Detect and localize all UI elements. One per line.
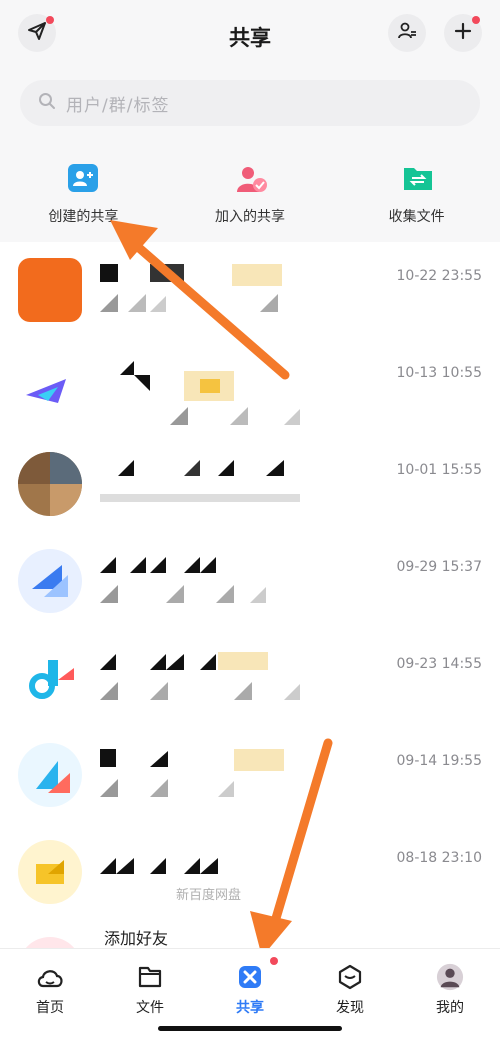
share-time: 09-14 19:55 [396,753,482,769]
share-time: 10-22 23:55 [396,268,482,284]
joined-share-icon [235,164,267,192]
home-cloud-icon [36,963,64,991]
share-subtitle: 新百度网盘 [176,888,242,903]
tab-home[interactable]: 首页 [0,949,100,1039]
share-row[interactable]: 09-29 15:37 [0,533,500,630]
quick-action-label: 加入的共享 [215,209,285,225]
top-bar: 共享 [0,0,500,70]
quick-action-label: 创建的共享 [48,209,119,225]
redacted-name [100,555,290,577]
home-indicator [158,1026,342,1031]
tab-label: 发现 [336,1000,364,1016]
group-avatar [18,452,82,516]
redacted-subtitle [100,585,300,603]
group-avatar [18,355,82,419]
share-row[interactable]: 新百度网盘 08-18 23:10 [0,824,500,921]
redacted-name [100,458,290,480]
notification-dot [270,957,278,965]
share-row[interactable]: 10-22 23:55 [0,242,500,339]
search-input[interactable]: 用户/群/标签 [20,80,480,126]
redacted-subtitle [100,488,300,506]
search-icon [38,92,56,114]
share-time: 10-13 10:55 [396,365,482,381]
person-list-icon [397,21,417,45]
group-avatar [18,549,82,613]
redacted-name [100,652,290,674]
share-icon [236,963,264,991]
create-share-icon [68,164,99,192]
quick-actions: 创建的共享 加入的共享 收集文件 [0,142,500,242]
redacted-name [100,749,290,771]
tab-label: 首页 [36,1000,64,1016]
share-title: 添加好友 [104,929,169,948]
redacted-name [100,361,290,401]
group-avatar [18,646,82,710]
search-placeholder: 用户/群/标签 [66,95,170,116]
tab-label: 文件 [136,1000,164,1016]
share-time: 09-29 15:37 [396,559,482,575]
redacted-name [100,846,290,874]
share-time: 10-01 15:55 [396,462,482,478]
share-time: 09-23 14:55 [396,656,482,672]
redacted-name [100,264,290,286]
tab-label: 共享 [236,1000,264,1016]
discover-icon [336,963,364,991]
created-shares-button[interactable]: 创建的共享 [0,142,167,242]
share-time: 08-18 23:10 [396,850,482,866]
contacts-button[interactable] [388,14,426,52]
redacted-subtitle [100,779,300,797]
notification-dot [472,16,480,24]
share-row[interactable]: 10-13 10:55 [0,339,500,436]
search-area: 用户/群/标签 [0,70,500,142]
share-list: 10-22 23:55 10-13 10:55 10-01 15:55 09-2… [0,242,500,1018]
redacted-subtitle [100,682,300,700]
share-row[interactable]: 10-01 15:55 [0,436,500,533]
folder-icon [136,963,164,991]
collect-files-button[interactable]: 收集文件 [333,142,500,242]
quick-action-label: 收集文件 [388,209,445,225]
tab-me[interactable]: 我的 [400,949,500,1039]
add-button[interactable] [444,14,482,52]
avatar [436,963,464,991]
group-avatar [18,743,82,807]
redacted-subtitle [100,407,300,425]
plus-icon [454,22,472,44]
group-avatar [18,258,82,322]
share-row[interactable]: 09-14 19:55 [0,727,500,824]
group-avatar [18,840,82,904]
share-row[interactable]: 09-23 14:55 [0,630,500,727]
redacted-subtitle [100,294,300,312]
tab-label: 我的 [436,1000,464,1016]
collect-folder-icon [402,164,432,192]
joined-shares-button[interactable]: 加入的共享 [167,142,334,242]
